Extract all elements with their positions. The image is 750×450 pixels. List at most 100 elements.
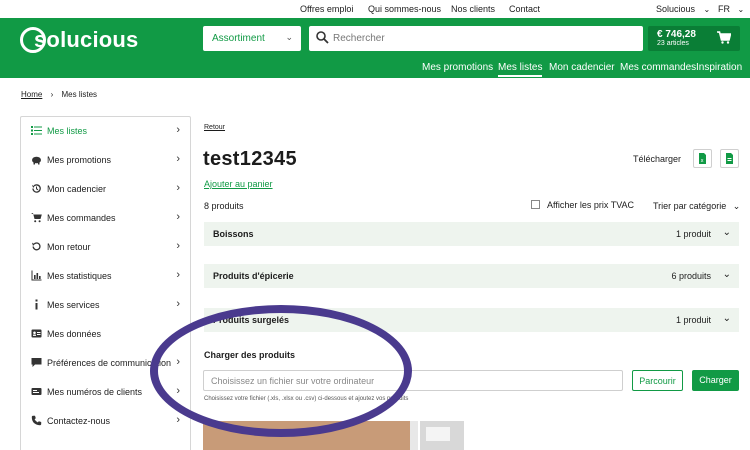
csv-file-icon [726,153,733,164]
cart-button[interactable]: € 746,28 23 articles [648,26,740,51]
main-header: solucious Assortiment ⌄ Rechercher € 746… [0,18,750,78]
product-count: 8 produits [204,201,244,211]
page-title: test12345 [203,148,297,170]
card-icon [31,388,42,395]
download-label: Télécharger [633,154,682,164]
info-icon [35,299,38,310]
sidebar-item-lists[interactable]: Mes listes › [21,117,190,145]
download-csv-button[interactable] [720,149,739,168]
breadcrumb: Home › Mes listes [21,90,97,99]
sort-label: Trier par catégorie [653,201,727,211]
chevron-down-icon: ⌄ [285,32,293,42]
chevron-down-icon: ⌄ [722,313,731,324]
sidebar-item-label: Mes numéros de clients [47,387,143,397]
add-to-cart-link[interactable]: Ajouter au panier [204,179,273,189]
nav-schedule[interactable]: Mon cadencier [549,62,615,73]
language-label: FR [718,4,730,14]
sidebar-item-orders[interactable]: Mes commandes › [21,204,190,232]
sidebar-item-returns[interactable]: Mon retour › [21,233,190,261]
chevron-right-icon: › [176,269,180,281]
top-bar: Offres emploi Qui sommes-nous Nos client… [0,0,750,18]
cart-icon [31,213,42,223]
chevron-right-icon: › [176,240,180,252]
chevron-down-icon: ⌄ [732,201,741,211]
sidebar-item-label: Mes services [47,300,100,310]
upload-button[interactable]: Charger [692,370,739,391]
piggy-bank-icon [32,156,41,165]
history-icon [32,184,41,193]
sidebar-item-schedule[interactable]: Mon cadencier › [21,175,190,203]
logo-text: solucious [34,27,139,52]
category-row[interactable]: Boissons 1 produit ⌄ [204,222,739,246]
topbar-link-contact[interactable]: Contact [509,4,540,14]
nav-inspiration[interactable]: Inspiration [696,62,742,73]
cart-amount: € 746,28 [657,29,696,40]
chevron-right-icon: › [50,90,54,99]
sidebar-item-label: Mes données [47,329,102,339]
search-icon [316,31,329,44]
annotation-ellipse [150,305,412,437]
sidebar-item-label: Mes commandes [47,213,116,223]
sidebar-item-label: Mon retour [47,242,91,252]
topbar-link-about[interactable]: Qui sommes-nous [368,4,441,14]
category-count: 1 produit [675,229,711,239]
tvac-label: Afficher les prix TVAC [547,200,635,210]
cart-count: 23 articles [657,40,689,47]
sidebar-item-label: Mes promotions [47,155,112,165]
sidebar-item-label: Contactez-nous [47,416,111,426]
chevron-right-icon: › [176,211,180,223]
list-icon [31,126,42,135]
sidebar-item-contact[interactable]: Contactez-nous › [21,407,190,435]
nav-promotions[interactable]: Mes promotions [422,62,493,73]
back-link[interactable]: Retour [204,124,225,131]
language-selector[interactable]: FR ⌄ [718,4,744,14]
phone-icon [31,415,42,426]
chat-icon [31,358,42,367]
search-bar[interactable]: Rechercher [309,26,643,51]
bar-chart-icon [31,270,42,281]
cart-icon [717,31,731,44]
sidebar-item-label: Mes listes [47,126,88,136]
sidebar-item-label: Mes statistiques [47,271,112,281]
assortment-dropdown[interactable]: Assortiment ⌄ [203,26,301,51]
nav-my-lists[interactable]: Mes listes [498,62,543,77]
breadcrumb-home[interactable]: Home [21,90,42,99]
tvac-toggle[interactable]: Afficher les prix TVAC [531,200,634,210]
sidebar-item-promotions[interactable]: Mes promotions › [21,146,190,174]
assortment-label: Assortiment [212,33,265,44]
chevron-right-icon: › [176,153,180,165]
sidebar-item-services[interactable]: Mes services › [21,291,190,319]
category-count: 1 produit [675,315,711,325]
chevron-right-icon: › [176,124,180,136]
search-input[interactable]: Rechercher [333,33,385,44]
chevron-right-icon: › [176,182,180,194]
excel-file-icon: x [699,153,706,164]
topbar-link-clients[interactable]: Nos clients [451,4,495,14]
return-icon [32,242,41,251]
account-menu[interactable]: Solucious ⌄ [656,4,710,14]
promo-image [410,421,418,450]
chevron-right-icon: › [176,414,180,426]
sidebar-item-label: Mon cadencier [47,184,107,194]
download-excel-button[interactable]: x [693,149,712,168]
nav-orders[interactable]: Mes commandes [620,62,696,73]
chevron-down-icon: ⌄ [737,5,745,14]
sidebar-item-statistics[interactable]: Mes statistiques › [21,262,190,290]
account-name: Solucious [656,4,696,14]
solucious-logo[interactable]: solucious [20,26,139,54]
logo-ring-icon [20,27,46,53]
breadcrumb-current: Mes listes [61,90,98,99]
browse-button[interactable]: Parcourir [632,370,683,391]
category-name: Produits d'épicerie [213,271,294,281]
category-name: Boissons [213,229,254,239]
svg-text:x: x [701,158,704,164]
category-count: 6 produits [671,271,711,281]
chevron-down-icon: ⌄ [722,227,731,238]
topbar-link-jobs[interactable]: Offres emploi [300,4,353,14]
sort-dropdown[interactable]: Trier par catégorie ⌄ [653,201,740,212]
category-row[interactable]: Produits d'épicerie 6 produits ⌄ [204,264,739,288]
chevron-right-icon: › [176,298,180,310]
id-card-icon [31,329,42,338]
tvac-checkbox[interactable] [531,200,540,209]
image-detail [426,427,450,441]
